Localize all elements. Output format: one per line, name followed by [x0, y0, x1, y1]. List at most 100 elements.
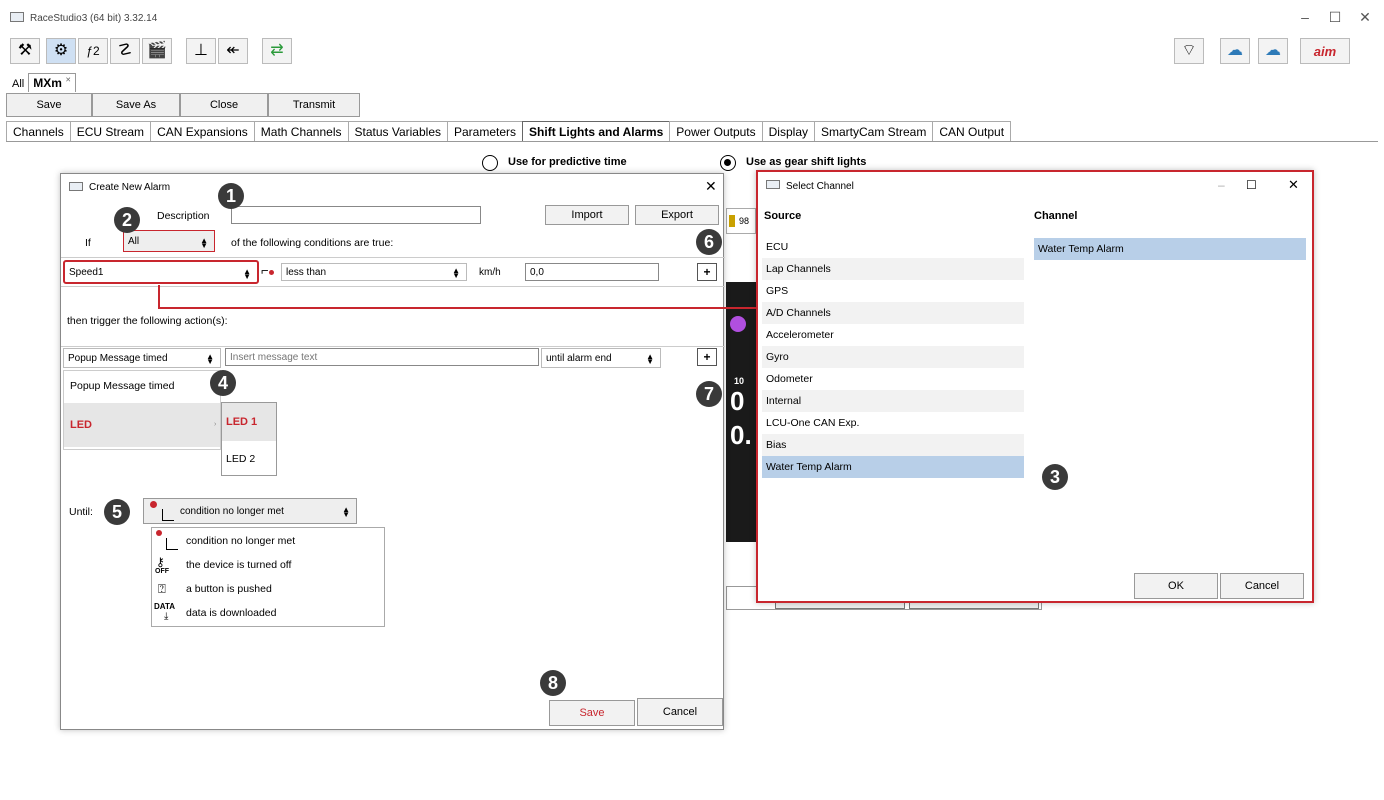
analysis-button[interactable]: ⊥ — [186, 38, 216, 64]
tab-display[interactable]: Display — [761, 121, 815, 141]
maximize-button[interactable]: ☐ — [1325, 9, 1345, 26]
source-item-odometer[interactable]: Odometer — [762, 368, 1024, 390]
tab-math-channels[interactable]: Math Channels — [253, 121, 349, 141]
cloud-download-button[interactable]: ☁ — [1220, 38, 1250, 64]
source-item-ecu[interactable]: ECU — [762, 236, 1024, 258]
channel-header: Channel — [1034, 210, 1078, 222]
source-item-lcu-one-can-exp[interactable]: LCU-One CAN Exp. — [762, 412, 1024, 434]
select-dialog-maximize-button[interactable]: ☐ — [1246, 178, 1257, 192]
wifi-button[interactable]: ⌔ — [1174, 38, 1204, 64]
aim-logo-button[interactable]: aim — [1300, 38, 1350, 64]
updown-arrows-icon: ▲ ▼ — [342, 505, 350, 519]
import-button[interactable]: Import — [545, 205, 629, 225]
description-input[interactable] — [231, 206, 481, 224]
tab-channels[interactable]: Channels — [6, 121, 71, 141]
wrench-tool-button[interactable]: ⚒ — [10, 38, 40, 64]
tab-smartycam-stream[interactable]: SmartyCam Stream — [814, 121, 934, 141]
callout-3: 3 — [1042, 464, 1068, 490]
select-cancel-button[interactable]: Cancel — [1220, 573, 1304, 599]
tab-parameters[interactable]: Parameters — [447, 121, 524, 141]
save-as-button[interactable]: Save As — [92, 93, 180, 117]
source-item-bias[interactable]: Bias — [762, 434, 1024, 456]
tab-shift-lights-and-alarms[interactable]: Shift Lights and Alarms — [522, 121, 671, 141]
source-item-ad-channels[interactable]: A/D Channels — [762, 302, 1024, 324]
source-header: Source — [764, 210, 802, 222]
off-label-icon: OFF — [155, 568, 169, 575]
alarm-dialog-close-button[interactable]: ✕ — [705, 178, 717, 195]
if-condition-select[interactable]: All ▲ ▼ — [123, 230, 215, 252]
menu-item-led[interactable]: LED — [64, 403, 220, 447]
source-item-gyro[interactable]: Gyro — [762, 346, 1024, 368]
save-button[interactable]: Save — [6, 93, 92, 117]
export-button[interactable]: Export — [635, 205, 719, 225]
source-item-gps[interactable]: GPS — [762, 280, 1024, 302]
tracks-button[interactable]: ☡ — [110, 38, 140, 64]
create-new-alarm-dialog: Create New Alarm ✕ Description Import Ex… — [60, 173, 725, 730]
action-type-select[interactable]: Popup Message timed ▲ ▼ — [63, 348, 221, 368]
function-button[interactable]: ƒ2 — [78, 38, 108, 64]
gear-shift-radio[interactable] — [720, 155, 736, 171]
tab-all[interactable]: All — [8, 76, 28, 92]
tab-power-outputs[interactable]: Power Outputs — [669, 121, 763, 141]
operator-select[interactable]: less than ▲ ▼ — [281, 263, 467, 281]
connect-button[interactable]: ↞ — [218, 38, 248, 64]
source-item-lap-channels[interactable]: Lap Channels — [762, 258, 1024, 280]
add-action-button[interactable]: + — [697, 348, 717, 366]
condition-red-dot-icon — [156, 530, 162, 536]
video-button[interactable]: 🎬 — [142, 38, 172, 64]
menu-item-led-1[interactable]: LED 1 — [222, 403, 276, 441]
function-icon: ƒ2 — [86, 44, 100, 58]
select-dialog-minimize-button[interactable]: – — [1218, 178, 1225, 192]
tab-can-expansions[interactable]: CAN Expansions — [150, 121, 255, 141]
alarm-save-button[interactable]: Save — [549, 700, 635, 726]
condition-channel-select[interactable]: Speed1 ▲ ▼ — [63, 260, 259, 284]
tab-can-output[interactable]: CAN Output — [932, 121, 1012, 141]
select-dialog-close-button[interactable]: ✕ — [1288, 177, 1299, 193]
until-option-condition-no-longer-met[interactable]: condition no longer met — [182, 530, 295, 552]
tab-close-icon[interactable]: ✕ — [65, 77, 71, 84]
refresh-button[interactable]: ⇄ — [262, 38, 292, 64]
until-option-button-pushed[interactable]: a button is pushed — [182, 578, 272, 600]
operator-red-dot-icon — [269, 270, 274, 275]
wrench-icon: ⚒ — [17, 42, 33, 59]
alarm-cancel-button[interactable]: Cancel — [637, 698, 723, 726]
tab-mxm[interactable]: MXm ✕ — [28, 73, 77, 92]
close-button[interactable]: Close — [180, 93, 268, 117]
source-item-accelerometer[interactable]: Accelerometer — [762, 324, 1024, 346]
aim-logo-icon: aim — [1313, 43, 1337, 59]
app-title: RaceStudio3 (64 bit) 3.32.14 — [30, 13, 158, 24]
source-item-internal[interactable]: Internal — [762, 390, 1024, 412]
until-option-data-downloaded[interactable]: data is downloaded — [182, 602, 277, 624]
callout-5: 5 — [104, 499, 130, 525]
action-row: Popup Message timed ▲▼ until alarm end ▲… — [61, 346, 725, 368]
chart-icon: ⊥ — [194, 42, 208, 59]
action-bar: Save Save As Close Transmit — [6, 93, 360, 117]
add-plus-icon: + — [703, 265, 711, 279]
menu-item-led-2[interactable]: LED 2 — [222, 443, 276, 475]
duration-select[interactable]: until alarm end ▲ ▼ — [541, 348, 661, 368]
transmit-button[interactable]: Transmit — [268, 93, 360, 117]
add-condition-button[interactable]: + — [697, 263, 717, 281]
configuration-button[interactable]: ⚙ — [46, 38, 76, 64]
message-text-input[interactable] — [225, 348, 539, 366]
threshold-input[interactable] — [525, 263, 659, 281]
minimize-button[interactable]: – — [1295, 9, 1315, 25]
channel-item-water-temp-alarm[interactable]: Water Temp Alarm — [1034, 238, 1306, 260]
condition-graph-icon — [162, 509, 174, 521]
wifi-icon: ⌔ — [1181, 42, 1197, 59]
source-item-water-temp-alarm[interactable]: Water Temp Alarm — [762, 456, 1024, 478]
close-window-button[interactable]: ✕ — [1355, 9, 1375, 26]
until-select[interactable]: condition no longer met ▲ ▼ — [143, 498, 357, 524]
then-trigger-text: then trigger the following action(s): — [67, 315, 228, 327]
select-ok-button[interactable]: OK — [1134, 573, 1218, 599]
until-option-device-turned-off[interactable]: the device is turned off — [182, 554, 291, 576]
predictive-time-radio[interactable] — [482, 155, 498, 171]
tab-status-variables[interactable]: Status Variables — [347, 121, 448, 141]
ecu-cloud-button[interactable]: ☁ — [1258, 38, 1288, 64]
menu-item-popup-message-timed[interactable]: Popup Message timed — [64, 371, 220, 401]
app-titlebar: RaceStudio3 (64 bit) 3.32.14 – ☐ ✕ — [0, 0, 1384, 34]
select-dialog-title: Select Channel — [786, 181, 854, 192]
connect-icon: ↞ — [226, 42, 240, 59]
tab-ecu-stream[interactable]: ECU Stream — [69, 121, 152, 141]
condition-trigger-red-dot-icon — [150, 501, 157, 508]
